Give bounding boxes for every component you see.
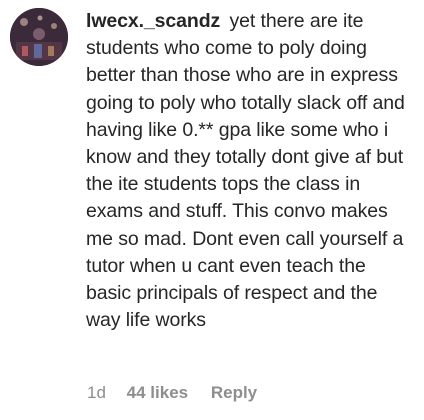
comment-text-block: lwecx._scandz yet there are ite students… [86, 8, 416, 334]
comment-username[interactable]: lwecx._scandz [86, 10, 220, 32]
comment-likes-count[interactable]: 44 likes [127, 383, 188, 403]
avatar[interactable] [10, 8, 68, 66]
comment: lwecx._scandz yet there are ite students… [0, 0, 424, 420]
avatar-photo-icon [10, 8, 68, 66]
comment-body: lwecx._scandz yet there are ite students… [86, 8, 416, 334]
comment-text: yet there are ite students who come to p… [86, 10, 405, 332]
comment-meta: 1d 44 likes Reply [87, 383, 257, 403]
reply-button[interactable]: Reply [211, 383, 257, 403]
comment-timestamp: 1d [87, 383, 106, 402]
